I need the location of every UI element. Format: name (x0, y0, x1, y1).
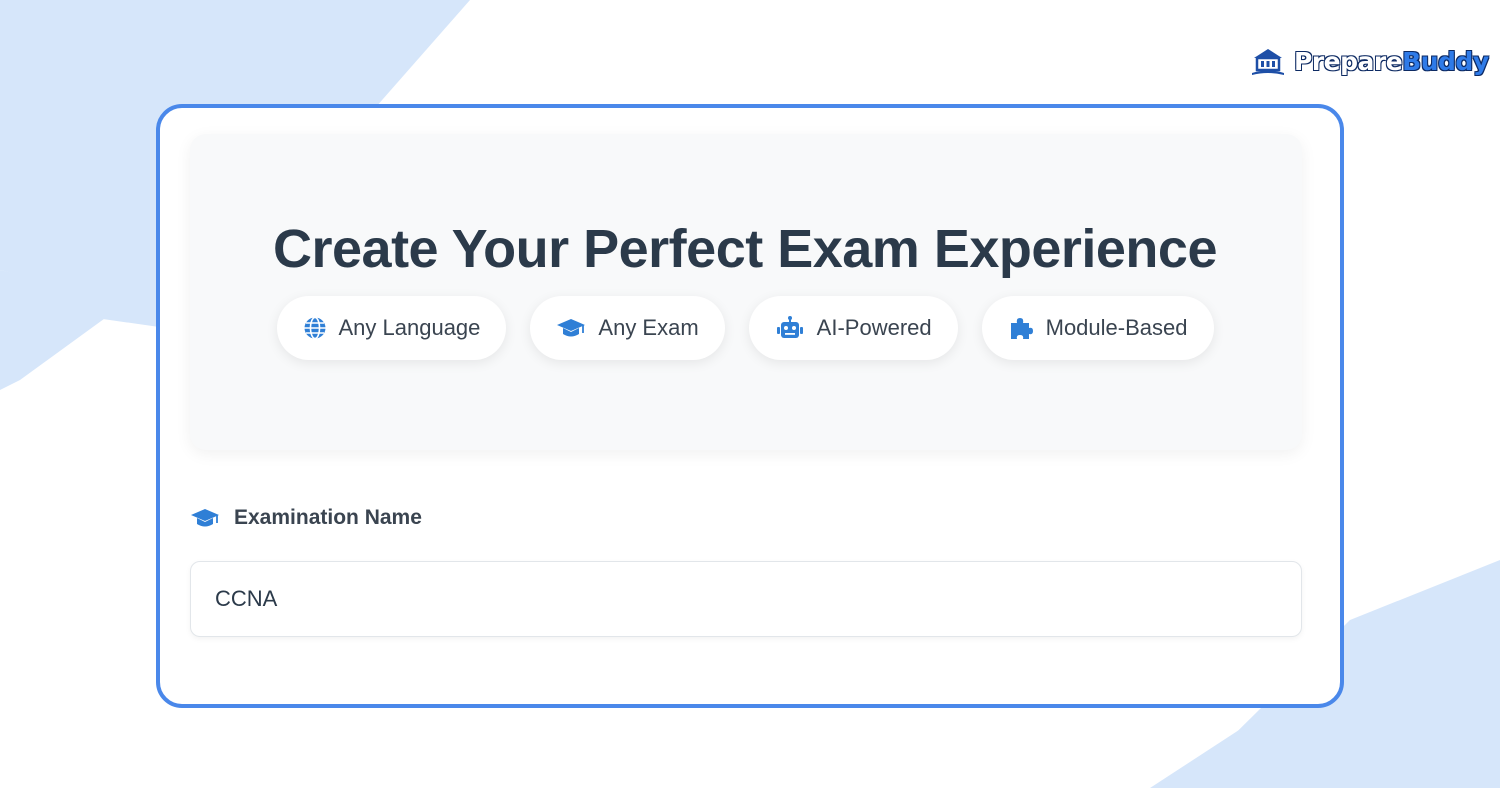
feature-pill-ai-powered[interactable]: AI-Powered (748, 296, 958, 360)
feature-pill-label: Any Exam (598, 315, 699, 340)
exam-name-label: Examination Name (234, 506, 422, 529)
page-title: Create Your Perfect Exam Experience (273, 219, 1217, 279)
exam-name-value: CCNA (215, 586, 278, 611)
graduation-cap-icon (191, 509, 219, 527)
graduation-cap-icon (557, 319, 586, 337)
feature-pills: Any Language Any Exam AI-Powered Module-… (190, 296, 1300, 362)
logo-text-prepare: Prepare (1294, 46, 1403, 76)
prepare-buddy-logo[interactable]: PrepareBuddy (1250, 42, 1489, 80)
logo-text-buddy: Buddy (1402, 46, 1489, 76)
building-icon (1252, 49, 1284, 75)
feature-pill-label: Any Language (338, 315, 481, 340)
feature-pill-label: AI-Powered (816, 315, 932, 340)
feature-pill-label: Module-Based (1045, 315, 1188, 340)
exam-name-input[interactable]: CCNA (190, 561, 1302, 637)
hero-panel: Create Your Perfect Exam Experience Any … (190, 134, 1302, 450)
exam-name-label-row: Examination Name (190, 498, 422, 538)
globe-icon (304, 316, 325, 340)
feature-pill-any-language[interactable]: Any Language (276, 296, 507, 360)
puzzle-icon (1010, 318, 1033, 339)
exam-builder-card: Create Your Perfect Exam Experience Any … (156, 104, 1344, 708)
logo-wordmark: PrepareBuddy (1294, 47, 1489, 76)
robot-icon (776, 316, 803, 338)
feature-pill-module-based[interactable]: Module-Based (981, 296, 1214, 360)
feature-pill-any-exam[interactable]: Any Exam (530, 296, 725, 360)
